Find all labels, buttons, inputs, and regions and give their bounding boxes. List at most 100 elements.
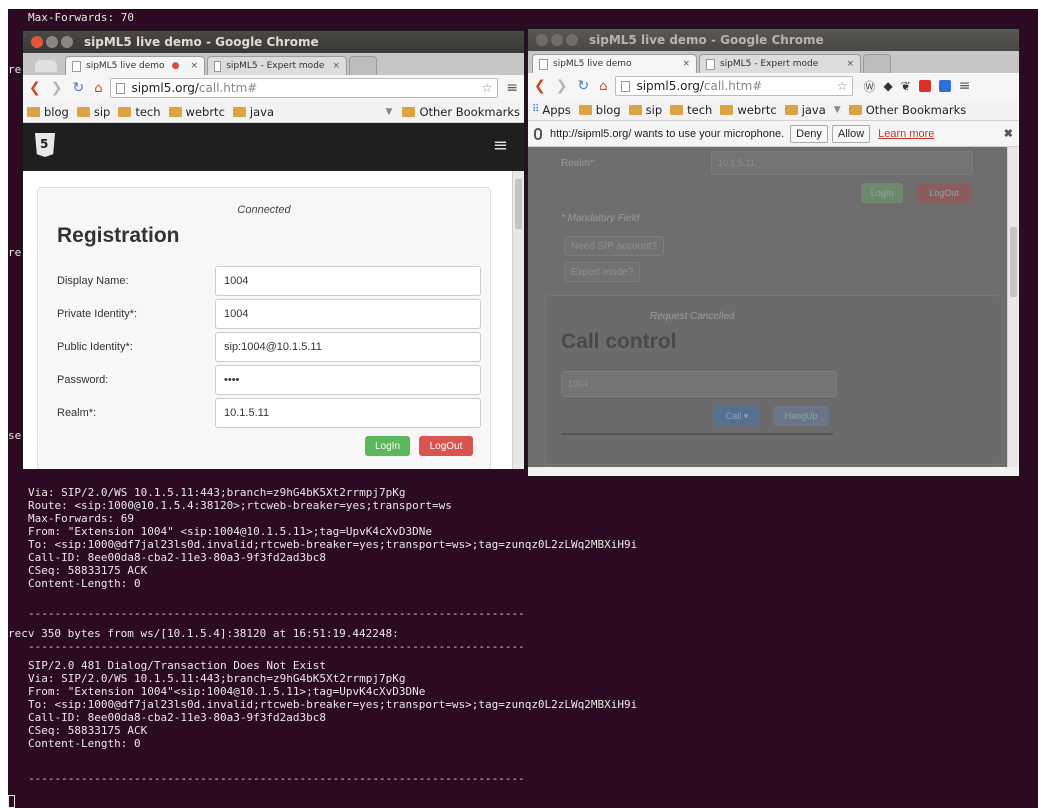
tab-sipml5-live-demo[interactable]: sipML5 live demo ● ×	[65, 56, 205, 75]
allow-button[interactable]: Allow	[831, 124, 871, 143]
terminal-fragment: re	[8, 63, 22, 76]
page-scrollbar[interactable]	[512, 171, 524, 469]
need-sip-account-button[interactable]: Need SIP account?	[564, 236, 664, 256]
private-identity-field[interactable]: 1004	[215, 299, 481, 329]
hamburger-menu-icon[interactable]: ≡	[493, 135, 508, 156]
public-identity-field[interactable]: sip:1004@10.1.5.11	[215, 332, 481, 362]
divider	[561, 433, 833, 435]
forward-icon[interactable]: ❯	[51, 80, 63, 96]
tab-sipml5-live-demo[interactable]: sipML5 live demo ×	[532, 54, 697, 73]
chrome-window-left[interactable]: sipML5 live demo - Google Chrome sipML5 …	[22, 30, 525, 470]
tab-sipml5-expert-mode[interactable]: sipML5 - Expert mode ×	[699, 54, 861, 73]
infobar-message: http://sipml5.org/ wants to use your mic…	[550, 127, 785, 140]
tab-sipml5-expert-mode[interactable]: sipML5 - Expert mode ×	[207, 56, 347, 75]
bookmarks-bar: ⠿ Apps blog sip tech webrtc java ▼ Other …	[528, 99, 1019, 121]
tab-close-icon[interactable]: ×	[838, 59, 854, 69]
page-scrollbar[interactable]	[1007, 147, 1019, 467]
bookmark-sip[interactable]: sip	[76, 105, 110, 119]
expert-mode-button[interactable]: Expert mode?	[564, 262, 641, 282]
new-tab-button[interactable]	[863, 54, 891, 73]
chevron-down-icon[interactable]: ▼	[386, 107, 393, 117]
window-maximize-button[interactable]	[566, 34, 578, 46]
new-tab-button[interactable]	[349, 56, 377, 75]
chevron-down-icon[interactable]: ▼	[834, 105, 841, 115]
scrollbar-thumb[interactable]	[1010, 227, 1017, 297]
bookmark-star-icon[interactable]: ☆	[837, 79, 848, 93]
terminal-fragment: se	[8, 429, 22, 442]
chrome-menu-icon[interactable]: ≡	[959, 78, 971, 94]
tab-strip: sipML5 live demo × sipML5 - Expert mode …	[528, 51, 1019, 73]
bookmark-tech[interactable]: tech	[118, 105, 161, 119]
forward-icon[interactable]: ❯	[556, 78, 568, 94]
hangup-button[interactable]: HangUp	[773, 406, 829, 426]
home-icon[interactable]: ⌂	[599, 79, 607, 94]
realm-field[interactable]: 10.1.5.11	[215, 398, 481, 428]
apps-shortcut[interactable]: ⠿ Apps	[532, 103, 571, 117]
window-minimize-button[interactable]	[46, 36, 58, 48]
bookmark-tech[interactable]: tech	[670, 103, 712, 117]
tab-close-icon[interactable]: ×	[186, 61, 198, 71]
extension-red-icon[interactable]	[918, 80, 931, 92]
learn-more-link[interactable]: Learn more	[878, 128, 934, 140]
window-minimize-button[interactable]	[551, 34, 563, 46]
field-label: Private Identity*:	[57, 308, 138, 320]
window-close-button[interactable]	[536, 34, 548, 46]
folder-icon	[848, 104, 862, 115]
extension-diamond-icon[interactable]: ◆	[883, 79, 892, 93]
terminal-line: From: "Extension 1004" <sip:1004@10.1.5.…	[28, 525, 432, 538]
deny-button[interactable]: Deny	[790, 124, 828, 143]
reload-icon[interactable]: ↻	[577, 78, 589, 94]
address-bar[interactable]: sipml5.org/call.htm# ☆	[110, 78, 499, 98]
call-button[interactable]: Call ▾	[714, 406, 760, 426]
bookmark-java[interactable]: java	[232, 105, 274, 119]
window-maximize-button[interactable]	[61, 36, 73, 48]
extension-w-icon[interactable]: Ⓦ	[863, 78, 875, 95]
bookmark-star-icon[interactable]: ☆	[482, 81, 493, 95]
chrome-menu-icon[interactable]: ≡	[506, 80, 518, 96]
bookmark-webrtc[interactable]: webrtc	[720, 103, 777, 117]
logout-button[interactable]: LogOut	[419, 436, 473, 456]
reload-icon[interactable]: ↻	[72, 80, 84, 96]
call-number-field[interactable]: 1004	[561, 371, 837, 397]
extension-blue-icon[interactable]	[938, 80, 951, 92]
terminal-fragment: re	[8, 246, 22, 259]
registration-panel: Connected Registration Display Name: 100…	[37, 187, 491, 469]
bookmark-other[interactable]: Other Bookmarks	[848, 103, 966, 117]
window-titlebar[interactable]: sipML5 live demo - Google Chrome	[23, 31, 524, 53]
close-icon[interactable]: ✖	[1004, 127, 1013, 140]
back-icon[interactable]: ❮	[29, 80, 41, 96]
page-icon	[72, 60, 81, 72]
bookmark-webrtc[interactable]: webrtc	[168, 105, 225, 119]
bookmark-label: java	[801, 102, 826, 117]
tab-close-icon[interactable]: ×	[674, 59, 690, 69]
display-name-row: Display Name: 1004	[57, 266, 483, 298]
logout-button[interactable]: LogOut	[917, 183, 971, 203]
page-icon	[116, 82, 126, 94]
password-field[interactable]: ••••	[215, 365, 481, 395]
bookmark-other[interactable]: Other Bookmarks	[402, 105, 520, 119]
terminal-line: CSeq: 58833175 ACK	[28, 724, 148, 737]
tab-close-icon[interactable]: ×	[324, 61, 340, 71]
bookmark-label: blog	[44, 104, 69, 119]
bookmark-blog[interactable]: blog	[578, 103, 621, 117]
bookmark-java[interactable]: java	[784, 102, 826, 117]
chrome-window-right[interactable]: sipML5 live demo - Google Chrome sipML5 …	[527, 28, 1020, 477]
window-titlebar[interactable]: sipML5 live demo - Google Chrome	[528, 29, 1019, 51]
scrollbar-thumb[interactable]	[515, 179, 522, 229]
login-button[interactable]: LogIn	[861, 183, 903, 203]
address-bar[interactable]: sipml5.org/call.htm# ☆	[615, 76, 854, 96]
bookmark-blog[interactable]: blog	[27, 105, 69, 119]
window-close-button[interactable]	[31, 36, 43, 48]
html5-logo-icon[interactable]: 5	[35, 133, 55, 157]
realm-row: Realm*: 10.1.5.11	[57, 398, 483, 430]
extension-paw-icon[interactable]: ❦	[901, 79, 911, 93]
bookmark-sip[interactable]: sip	[628, 103, 662, 117]
back-icon[interactable]: ❮	[534, 78, 546, 94]
home-icon[interactable]: ⌂	[94, 81, 102, 96]
folder-icon	[670, 104, 684, 115]
folder-icon	[232, 106, 246, 117]
realm-field[interactable]: 10.1.5.11	[711, 151, 973, 175]
tab-label: sipML5 live demo	[86, 61, 165, 71]
display-name-field[interactable]: 1004	[215, 266, 481, 296]
login-button[interactable]: LogIn	[365, 436, 410, 456]
